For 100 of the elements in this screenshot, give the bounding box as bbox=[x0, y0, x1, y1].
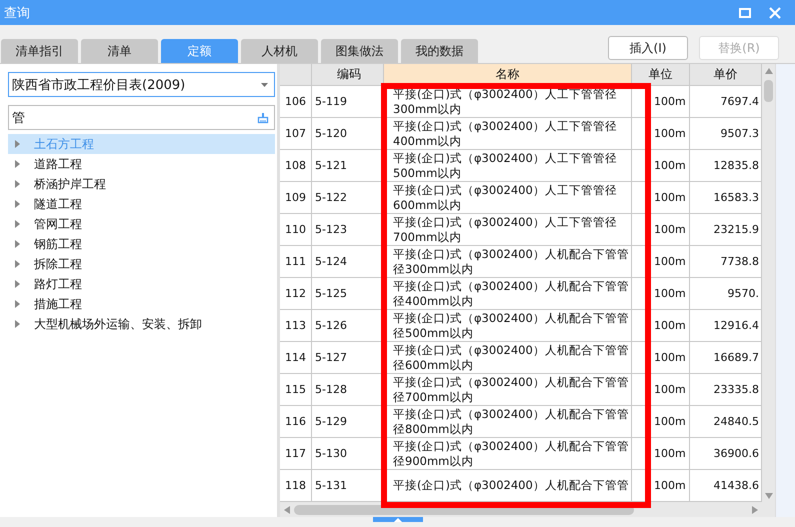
tab[interactable]: 清单 bbox=[81, 39, 158, 63]
scroll-up-icon[interactable] bbox=[764, 68, 772, 74]
tree-item[interactable]: 路灯工程 bbox=[8, 274, 275, 294]
tab[interactable]: 图集做法 bbox=[321, 39, 398, 63]
expand-arrow-icon[interactable] bbox=[15, 260, 20, 268]
table-cell: 5-123 bbox=[312, 214, 384, 246]
expand-arrow-icon[interactable] bbox=[15, 140, 20, 148]
tab[interactable]: 人材机 bbox=[241, 39, 318, 63]
table-cell: 100m bbox=[632, 310, 690, 342]
name-text: 径600mm以内 bbox=[393, 358, 474, 372]
name-text: 平接(企口)式（φ3002400）人工下管管径 bbox=[393, 118, 617, 134]
scroll-thumb[interactable] bbox=[764, 80, 773, 102]
table-cell: 100m bbox=[632, 438, 690, 470]
window-title: 查询 bbox=[4, 4, 30, 22]
name-text: 400mm以内 bbox=[393, 134, 462, 148]
table-cell: 5-122 bbox=[312, 182, 384, 214]
row-number: 110 bbox=[280, 214, 312, 246]
name-text: 平接(企口)式（φ3002400）人机配合下管管 bbox=[393, 278, 629, 294]
close-icon[interactable] bbox=[769, 6, 781, 18]
library-dropdown[interactable]: 陕西省市政工程价目表(2009) bbox=[8, 72, 275, 97]
row-number: 111 bbox=[280, 246, 312, 278]
table-cell: 100m bbox=[632, 406, 690, 438]
tree-item[interactable]: 钢筋工程 bbox=[8, 234, 275, 254]
table-cell: 5-124 bbox=[312, 246, 384, 278]
table-cell: 100m bbox=[632, 374, 690, 406]
collapse-handle[interactable] bbox=[372, 517, 422, 522]
tree-item[interactable]: 拆除工程 bbox=[8, 254, 275, 274]
tree-item[interactable]: 管网工程 bbox=[8, 214, 275, 234]
table-cell: 5-119 bbox=[312, 86, 384, 118]
table-cell: 100m bbox=[632, 214, 690, 246]
tree-item[interactable]: 桥涵护岸工程 bbox=[8, 174, 275, 194]
column-header[interactable]: 单价 bbox=[690, 64, 762, 86]
table-cell: 5-127 bbox=[312, 342, 384, 374]
row-number: 108 bbox=[280, 150, 312, 182]
tree-item[interactable]: 隧道工程 bbox=[8, 194, 275, 214]
expand-arrow-icon[interactable] bbox=[15, 320, 20, 328]
name-text: 径300mm以内 bbox=[393, 262, 474, 276]
table-cell: 100m bbox=[632, 86, 690, 118]
row-number: 112 bbox=[280, 278, 312, 310]
tree-item[interactable]: 大型机械场外运输、安装、拆卸 bbox=[8, 314, 275, 334]
table-cell: 100m bbox=[632, 182, 690, 214]
table-cell: 5-120 bbox=[312, 118, 384, 150]
caret-icon bbox=[261, 82, 268, 86]
name-text: 径700mm以内 bbox=[393, 390, 474, 404]
row-number: 115 bbox=[280, 374, 312, 406]
table-cell: 5-126 bbox=[312, 310, 384, 342]
name-text: 平接(企口)式（φ3002400）人机配合下管管 bbox=[393, 342, 629, 358]
scroll-right-icon[interactable] bbox=[752, 506, 758, 514]
row-number: 113 bbox=[280, 310, 312, 342]
expand-arrow-icon[interactable] bbox=[15, 220, 20, 228]
name-text: 平接(企口)式（φ3002400）人机配合下管管 bbox=[393, 406, 629, 422]
name-text: 平接(企口)式（φ3002400）人工下管管径 bbox=[393, 150, 617, 166]
name-text: 平接(企口)式（φ3002400）人机配合下管管 bbox=[393, 246, 629, 262]
tree-item[interactable]: 道路工程 bbox=[8, 154, 275, 174]
name-text: 平接(企口)式（φ3002400）人工下管管径 bbox=[393, 214, 617, 230]
table-cell: 100m bbox=[632, 150, 690, 182]
table-cell: 5-130 bbox=[312, 438, 384, 470]
name-text: 平接(企口)式（φ3002400）人机配合下管管 bbox=[393, 310, 629, 326]
table-cell: 5-121 bbox=[312, 150, 384, 182]
maximize-icon[interactable] bbox=[739, 8, 751, 18]
expand-arrow-icon[interactable] bbox=[15, 300, 20, 308]
name-text: 径800mm以内 bbox=[393, 422, 474, 436]
scroll-down-icon[interactable] bbox=[764, 493, 772, 499]
name-text: 600mm以内 bbox=[393, 198, 462, 212]
search-field[interactable]: 管 bbox=[8, 105, 275, 130]
brush-icon[interactable] bbox=[257, 112, 269, 124]
expand-arrow-icon[interactable] bbox=[15, 240, 20, 248]
table-cell: 5-128 bbox=[312, 374, 384, 406]
column-header[interactable]: 编码 bbox=[312, 64, 384, 86]
name-text: 平接(企口)式（φ3002400）人工下管管径 bbox=[393, 182, 617, 198]
name-text: 径900mm以内 bbox=[393, 454, 474, 468]
column-header[interactable]: 单位 bbox=[632, 64, 690, 86]
expand-arrow-icon[interactable] bbox=[15, 200, 20, 208]
row-number: 117 bbox=[280, 438, 312, 470]
expand-arrow-icon[interactable] bbox=[15, 180, 20, 188]
action-button[interactable]: 插入(I) bbox=[608, 36, 688, 60]
name-text: 平接(企口)式（φ3002400）人机配合下管管 bbox=[393, 374, 629, 390]
row-number: 116 bbox=[280, 406, 312, 438]
row-number: 107 bbox=[280, 118, 312, 150]
vertical-scrollbar[interactable] bbox=[762, 64, 775, 517]
expand-arrow-icon[interactable] bbox=[15, 280, 20, 288]
expand-arrow-icon[interactable] bbox=[15, 160, 20, 168]
table-cell: 100m bbox=[632, 118, 690, 150]
tree-item[interactable]: 措施工程 bbox=[8, 294, 275, 314]
table-cell: 100m bbox=[632, 246, 690, 278]
name-text: 径400mm以内 bbox=[393, 294, 474, 308]
table-cell: 100m bbox=[632, 278, 690, 310]
name-text: 径500mm以内 bbox=[393, 326, 474, 340]
table-cell: 100m bbox=[632, 342, 690, 374]
table-cell: 5-129 bbox=[312, 406, 384, 438]
name-text: 500mm以内 bbox=[393, 166, 462, 180]
scroll-left-icon[interactable] bbox=[284, 506, 290, 514]
tab[interactable]: 清单指引 bbox=[1, 39, 78, 63]
name-text: 700mm以内 bbox=[393, 230, 462, 244]
row-number: 114 bbox=[280, 342, 312, 374]
name-text: 平接(企口)式（φ3002400）人机配合下管管 bbox=[393, 478, 629, 493]
name-text: 平接(企口)式（φ3002400）人工下管管径 bbox=[393, 86, 617, 102]
name-text: 平接(企口)式（φ3002400）人机配合下管管 bbox=[393, 438, 629, 454]
tab[interactable]: 我的数据 bbox=[401, 39, 478, 63]
table-cell: 5-125 bbox=[312, 278, 384, 310]
